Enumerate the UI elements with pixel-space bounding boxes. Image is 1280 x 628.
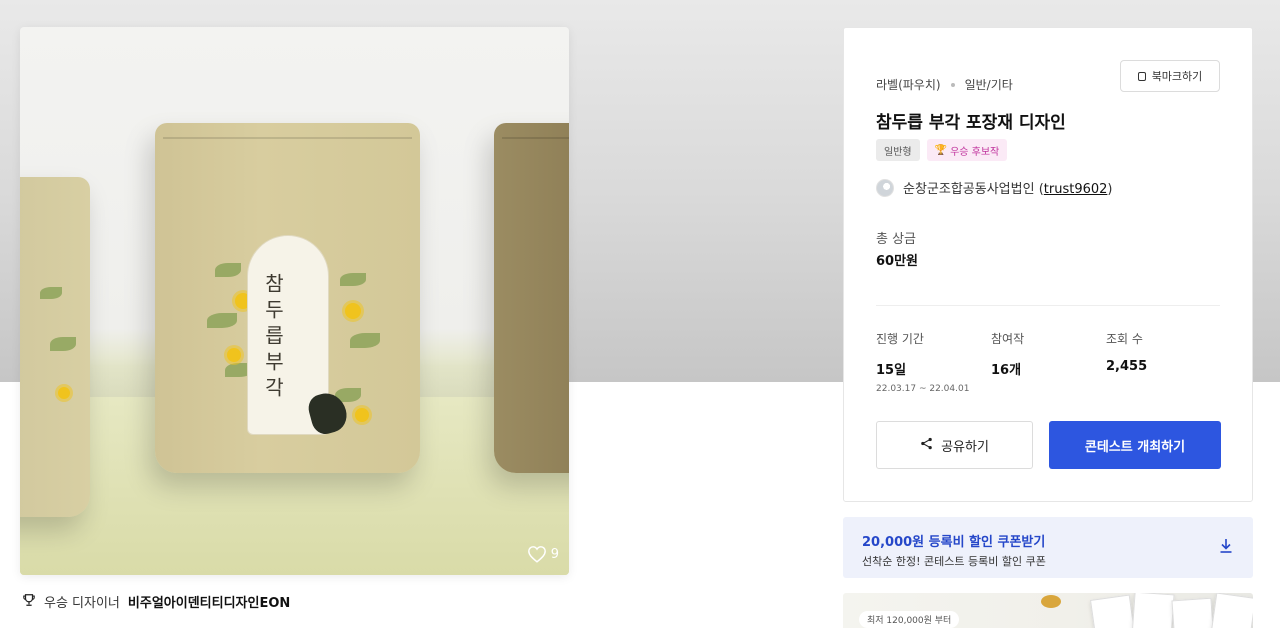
tag-general: 일반형 <box>876 139 920 161</box>
tag-winner-label: 우승 후보작 <box>950 146 1000 158</box>
contest-info-card: 라벨(파우치) 일반/기타 북마크하기 참두릅 부각 포장재 디자인 일반형 🏆… <box>843 27 1253 502</box>
coupon-banner[interactable]: 20,000원 등록비 할인 쿠폰받기 선착순 한정! 콘테스트 등록비 할인 … <box>843 517 1253 578</box>
winner-designer: 우승 디자이너 비주얼아이덴티티디자인EON <box>22 592 290 611</box>
stat-period-label: 진행 기간 <box>876 332 924 346</box>
tag-winner-candidate: 🏆 우승 후보작 <box>926 139 1008 161</box>
stat-period-value: 15일 <box>876 363 907 378</box>
divider <box>876 305 1220 306</box>
stat-period: 진행 기간 15일 22.03.17 ~ 22.04.01 <box>876 330 969 394</box>
pouch-left <box>20 177 90 517</box>
pouch-right <box>494 123 569 473</box>
product-image[interactable]: 참두릅부각 9 <box>20 27 569 575</box>
bookmark-icon <box>1137 71 1146 81</box>
host-avatar <box>876 178 894 197</box>
host-info: 순창군조합공동사업법인 (trust9602) <box>876 178 1112 197</box>
breadcrumb-separator <box>950 82 955 87</box>
host-suffix: ) <box>1107 182 1113 197</box>
host-contest-button[interactable]: 콘테스트 개최하기 <box>1049 421 1221 469</box>
promo-sample-image <box>1089 594 1137 628</box>
host-id-link[interactable]: trust9602 <box>1044 182 1108 197</box>
stat-views: 조회 수 2,455 <box>1106 330 1147 374</box>
prize-value: 60만원 <box>876 254 919 269</box>
coupon-subtitle: 선착순 한정! 콘테스트 등록비 할인 쿠폰 <box>862 555 1046 568</box>
share-button[interactable]: 공유하기 <box>876 421 1033 469</box>
winner-prefix: 우승 디자이너 <box>44 596 120 611</box>
pouch-main: 참두릅부각 <box>155 123 420 473</box>
promo-price-pill: 최저 120,000원 부터 <box>859 611 960 628</box>
trophy-icon: 🏆 <box>934 144 948 156</box>
promo-sample-image <box>1131 593 1175 628</box>
tag-list: 일반형 🏆 우승 후보작 <box>876 139 1008 161</box>
winner-name[interactable]: 비주얼아이덴티티디자인EON <box>128 592 290 611</box>
stat-entries: 참여작 16개 <box>991 330 1024 378</box>
promo-sample-image <box>1209 593 1253 628</box>
bookmark-label: 북마크하기 <box>1151 70 1203 83</box>
trophy-icon <box>22 593 36 611</box>
bookmark-button[interactable]: 북마크하기 <box>1120 60 1220 92</box>
promo-decoration <box>1041 595 1061 608</box>
share-icon <box>920 437 933 454</box>
category-label[interactable]: 라벨(파우치) <box>876 76 941 93</box>
prize-label: 총 상금 <box>876 232 917 247</box>
coupon-title: 20,000원 등록비 할인 쿠폰받기 <box>862 535 1046 550</box>
like-count: 9 <box>550 546 559 562</box>
stat-views-value: 2,455 <box>1106 359 1148 374</box>
download-icon[interactable] <box>1219 538 1233 558</box>
share-label: 공유하기 <box>941 439 989 455</box>
contest-title: 참두릅 부각 포장재 디자인 <box>876 113 1066 133</box>
pouch-label-text: 참두릅부각 <box>261 273 285 403</box>
stat-entries-value: 16개 <box>991 363 1022 378</box>
breadcrumb: 라벨(파우치) 일반/기타 <box>876 76 1013 93</box>
like-area[interactable]: 9 <box>527 545 559 563</box>
subcategory-label[interactable]: 일반/기타 <box>965 76 1013 93</box>
heart-icon[interactable] <box>527 545 547 563</box>
stat-period-dates: 22.03.17 ~ 22.04.01 <box>876 384 970 394</box>
promo-sample-image <box>1171 597 1215 628</box>
stat-views-label: 조회 수 <box>1106 332 1143 346</box>
promo-banner[interactable]: 최저 120,000원 부터 <box>843 593 1253 628</box>
host-name: 순창군조합공동사업법인 ( <box>903 182 1044 197</box>
stat-entries-label: 참여작 <box>991 332 1025 346</box>
